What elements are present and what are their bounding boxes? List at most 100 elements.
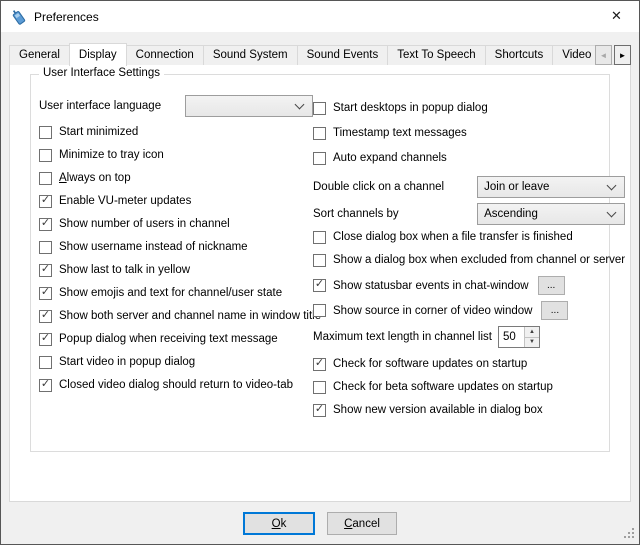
titlebar[interactable]: Preferences ✕: [1, 1, 639, 32]
checkbox[interactable]: ✓: [39, 241, 52, 254]
chevron-down-icon: [607, 208, 617, 218]
checkbox[interactable]: ✓: [313, 127, 326, 140]
checkbox-label: Show a dialog box when excluded from cha…: [333, 254, 625, 266]
ok-button[interactable]: Ok: [243, 512, 315, 535]
resize-grip-icon[interactable]: [624, 528, 635, 539]
checkbox[interactable]: ✓: [313, 254, 326, 267]
checkbox-row-check-beta-updates[interactable]: ✓ Check for beta software updates on sta…: [313, 380, 625, 394]
combobox-value: Join or leave: [484, 181, 549, 193]
checkbox-label: Minimize to tray icon: [59, 149, 164, 161]
spinner-value: 50: [499, 327, 524, 347]
checkbox-label: Always on top: [59, 172, 131, 184]
checkmark-icon: ✓: [41, 195, 50, 206]
checkbox-row-new-version-dialog[interactable]: ✓ Show new version available in dialog b…: [313, 403, 625, 417]
checkbox-label: Show emojis and text for channel/user st…: [59, 287, 282, 299]
checkbox-row-minimize-to-tray[interactable]: ✓ Minimize to tray icon: [39, 148, 313, 162]
window-title: Preferences: [34, 10, 99, 24]
checkbox[interactable]: ✓: [39, 195, 52, 208]
max-text-length-spinner[interactable]: 50 ▲ ▼: [498, 326, 540, 348]
checkbox-row-start-minimized[interactable]: ✓ Start minimized: [39, 125, 313, 139]
checkbox[interactable]: ✓: [39, 310, 52, 323]
checkbox-row-popup-text-message[interactable]: ✓ Popup dialog when receiving text messa…: [39, 332, 313, 346]
tab-scroll-left-icon[interactable]: ◄: [595, 45, 612, 65]
checkbox[interactable]: ✓: [313, 381, 326, 394]
double-click-channel-combobox[interactable]: Join or leave: [477, 176, 625, 198]
checkbox[interactable]: ✓: [313, 102, 326, 115]
checkbox[interactable]: ✓: [313, 358, 326, 371]
statusbar-events-ellipsis-button[interactable]: ...: [538, 276, 565, 295]
statusbar-events-row[interactable]: ✓ Show statusbar events in chat-window .…: [313, 276, 625, 295]
tab-sound-events[interactable]: Sound Events: [297, 45, 389, 65]
max-text-length-row: Maximum text length in channel list 50 ▲…: [313, 326, 625, 348]
language-label: User interface language: [39, 100, 161, 112]
checkbox[interactable]: ✓: [39, 333, 52, 346]
combobox-value: Ascending: [484, 208, 538, 220]
checkbox-label: Show last to talk in yellow: [59, 264, 190, 276]
checkbox[interactable]: ✓: [39, 379, 52, 392]
language-row: User interface language: [39, 95, 313, 117]
checkbox-row-username-instead-nickname[interactable]: ✓ Show username instead of nickname: [39, 240, 313, 254]
tab-video[interactable]: Video: [552, 45, 596, 65]
checkbox[interactable]: ✓: [39, 126, 52, 139]
checkbox-row-emojis-text-state[interactable]: ✓ Show emojis and text for channel/user …: [39, 286, 313, 300]
checkbox[interactable]: ✓: [39, 218, 52, 231]
checkbox-row-last-to-talk[interactable]: ✓ Show last to talk in yellow: [39, 263, 313, 277]
checkbox-label: Timestamp text messages: [333, 127, 467, 139]
checkbox[interactable]: ✓: [313, 231, 326, 244]
checkbox-row-timestamp-messages[interactable]: ✓ Timestamp text messages: [313, 126, 625, 140]
max-text-length-label: Maximum text length in channel list: [313, 331, 492, 343]
close-button[interactable]: ✕: [594, 1, 639, 31]
checkbox-label: Closed video dialog should return to vid…: [59, 379, 293, 391]
cancel-button[interactable]: Cancel: [327, 512, 397, 535]
spin-up-icon[interactable]: ▲: [525, 327, 539, 338]
tab-display[interactable]: Display: [69, 43, 127, 66]
tab-scroller: ◄ ►: [595, 45, 631, 65]
checkbox-label: Start minimized: [59, 126, 138, 138]
tab-text-to-speech[interactable]: Text To Speech: [387, 45, 485, 65]
checkbox-row-always-on-top[interactable]: ✓ Always on top: [39, 171, 313, 185]
language-combobox[interactable]: [185, 95, 313, 117]
sort-channels-row: Sort channels by Ascending: [313, 203, 625, 225]
checkbox-row-server-channel-title[interactable]: ✓ Show both server and channel name in w…: [39, 309, 313, 323]
checkbox-row-check-updates[interactable]: ✓ Check for software updates on startup: [313, 357, 625, 371]
tab-scroll-right-icon[interactable]: ►: [614, 45, 631, 65]
checkmark-icon: ✓: [41, 287, 50, 298]
tab-sound-system[interactable]: Sound System: [203, 45, 298, 65]
tab-connection[interactable]: Connection: [126, 45, 204, 65]
checkbox-row-desktops-popup[interactable]: ✓ Start desktops in popup dialog: [313, 101, 625, 115]
app-icon: [10, 8, 27, 25]
display-tab-page: User Interface Settings User interface l…: [9, 64, 631, 502]
checkmark-icon: ✓: [41, 264, 50, 275]
checkbox-row-vu-meter[interactable]: ✓ Enable VU-meter updates: [39, 194, 313, 208]
checkbox[interactable]: ✓: [39, 264, 52, 277]
checkmark-icon: ✓: [315, 279, 324, 290]
checkbox[interactable]: ✓: [313, 304, 326, 317]
checkbox[interactable]: ✓: [39, 172, 52, 185]
checkbox[interactable]: ✓: [313, 404, 326, 417]
checkbox-row-closed-video-return[interactable]: ✓ Closed video dialog should return to v…: [39, 378, 313, 392]
checkbox[interactable]: ✓: [39, 356, 52, 369]
sort-channels-combobox[interactable]: Ascending: [477, 203, 625, 225]
right-column: ✓ Start desktops in popup dialog ✓ Times…: [313, 101, 625, 426]
checkbox[interactable]: ✓: [313, 279, 326, 292]
checkbox[interactable]: ✓: [313, 152, 326, 165]
checkmark-icon: ✓: [41, 333, 50, 344]
checkbox[interactable]: ✓: [39, 287, 52, 300]
video-source-corner-row[interactable]: ✓ Show source in corner of video window …: [313, 301, 625, 320]
checkbox-row-close-file-transfer[interactable]: ✓ Close dialog box when a file transfer …: [313, 230, 625, 244]
checkbox-row-excluded-dialog[interactable]: ✓ Show a dialog box when excluded from c…: [313, 253, 625, 267]
checkbox-row-show-user-count[interactable]: ✓ Show number of users in channel: [39, 217, 313, 231]
checkbox-row-auto-expand-channels[interactable]: ✓ Auto expand channels: [313, 151, 625, 165]
checkmark-icon: ✓: [315, 404, 324, 415]
checkbox-label: Show new version available in dialog box: [333, 404, 543, 416]
chevron-down-icon: [295, 100, 305, 110]
video-source-ellipsis-button[interactable]: ...: [541, 301, 568, 320]
checkmark-icon: ✓: [41, 310, 50, 321]
checkbox-row-video-popup[interactable]: ✓ Start video in popup dialog: [39, 355, 313, 369]
checkbox-label: Popup dialog when receiving text message: [59, 333, 278, 345]
tab-general[interactable]: General: [9, 45, 70, 65]
checkbox[interactable]: ✓: [39, 149, 52, 162]
tab-bar: General Display Connection Sound System …: [9, 42, 631, 65]
tab-shortcuts[interactable]: Shortcuts: [485, 45, 554, 65]
spin-down-icon[interactable]: ▼: [525, 338, 539, 348]
